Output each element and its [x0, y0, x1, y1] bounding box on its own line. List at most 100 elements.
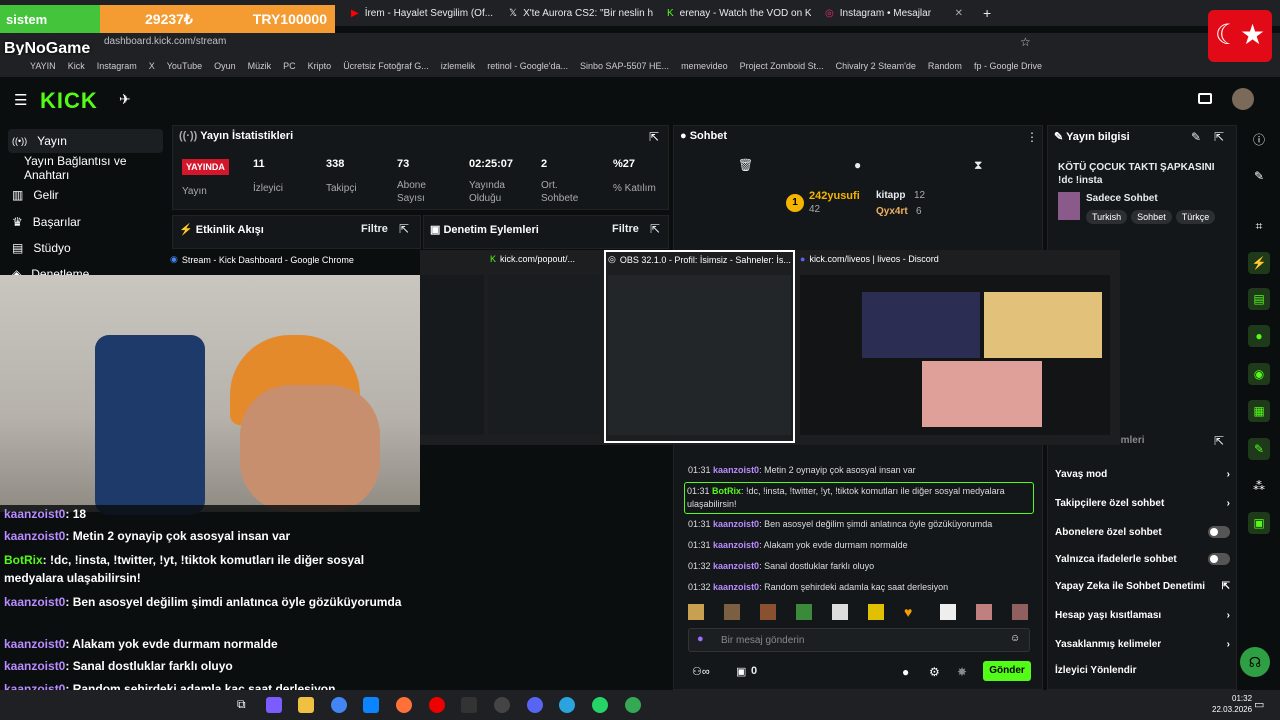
emote-icon[interactable] — [796, 604, 812, 620]
mic-icon[interactable]: ● — [697, 633, 704, 645]
support-icon[interactable]: ☊ — [1240, 647, 1270, 677]
badge-icon[interactable]: ✸ — [957, 665, 967, 679]
expand-icon[interactable]: ⇱ — [650, 222, 660, 236]
bookmark-item[interactable]: Kick — [68, 61, 85, 71]
menu-icon[interactable]: ☰ — [14, 91, 27, 109]
tag[interactable]: Turkish — [1086, 210, 1128, 224]
window-thumbnail[interactable] — [800, 275, 1110, 435]
bookmark-item[interactable]: YAYIN — [30, 61, 56, 71]
folder-icon[interactable] — [298, 697, 314, 713]
ai-moderation-option[interactable]: Yapay Zeka ile Sohbet Denetimi ⇱ — [1055, 581, 1230, 592]
browser-tab[interactable]: ▶İrem - Hayalet Sevgilim (Of...✕ — [345, 3, 495, 23]
bookmark-item[interactable]: X — [149, 61, 155, 71]
bookmark-item[interactable]: izlemelik — [441, 61, 476, 71]
info-icon[interactable]: ⓘ — [1248, 129, 1270, 151]
kick-logo[interactable]: KICK — [40, 88, 98, 114]
bookmark-item[interactable]: fp - Google Drive — [974, 61, 1042, 71]
pin-icon[interactable]: ✈ — [119, 91, 131, 108]
window-thumbnail[interactable] — [420, 275, 484, 435]
banned-words-option[interactable]: Yasaklanmış kelimeler › — [1055, 639, 1230, 650]
expand-icon[interactable]: ⇱ — [1214, 130, 1224, 144]
emote-icon[interactable] — [760, 604, 776, 620]
browser-tab[interactable]: Kerenay - Watch the VOD on Ki...✕ — [661, 3, 811, 23]
layers-icon[interactable]: ▦ — [1248, 400, 1270, 422]
bookmark-item[interactable]: Oyun — [214, 61, 236, 71]
document-icon[interactable]: ▤ — [1248, 288, 1270, 310]
close-icon[interactable]: ✕ — [955, 8, 963, 19]
slow-mode-option[interactable]: Yavaş mod › — [1055, 469, 1230, 480]
whatsapp-icon[interactable] — [592, 697, 608, 713]
tag[interactable]: Türkçe — [1175, 210, 1216, 224]
sidebar-item-yayin[interactable]: ((•)) Yayın — [8, 129, 163, 153]
crop-icon[interactable]: ⌗ — [1248, 215, 1270, 237]
bookmark-item[interactable]: Project Zomboid St... — [740, 61, 824, 71]
mail-icon[interactable] — [363, 697, 379, 713]
send-button[interactable]: Gönder — [983, 661, 1031, 681]
calendar-icon[interactable]: ▣ — [1248, 512, 1270, 534]
chat-icon[interactable]: ● — [902, 665, 909, 679]
emotes-only-toggle[interactable] — [1208, 553, 1230, 565]
users-icon[interactable]: ⚇∞ — [692, 665, 710, 678]
pencil-icon[interactable]: ✎ — [1248, 165, 1270, 187]
app-icon[interactable] — [461, 697, 477, 713]
viewer-redirect-option[interactable]: İzleyici Yönlendir — [1055, 665, 1230, 676]
bookmark-item[interactable]: Müzik — [248, 61, 272, 71]
emote-icon[interactable] — [688, 604, 704, 620]
sidebar-item-achievements[interactable]: ♛ Başarılar — [8, 210, 163, 234]
followers-only-option[interactable]: Takipçilere özel sohbet › — [1055, 498, 1230, 509]
emote-icon[interactable] — [940, 604, 956, 620]
activity-filter-button[interactable]: Filtre — [361, 223, 388, 235]
bolt-icon[interactable]: ⚡ — [1248, 252, 1270, 274]
chrome-icon[interactable] — [331, 697, 347, 713]
expand-icon[interactable]: ⇱ — [649, 130, 659, 144]
window-thumbnail[interactable] — [488, 275, 600, 435]
sidebar-item-connection[interactable]: Yayın Bağlantısı ve Anahtarı — [8, 154, 163, 182]
expand-icon[interactable]: ⇱ — [1214, 434, 1224, 448]
bookmark-item[interactable]: Chivalry 2 Steam'de — [836, 61, 916, 71]
nodes-icon[interactable]: ⁂ — [1248, 475, 1270, 497]
system-clock[interactable]: 01:32 22.03.2026 — [1212, 693, 1252, 715]
emote-icon[interactable] — [1012, 604, 1028, 620]
opera-icon[interactable] — [429, 697, 445, 713]
bookmark-item[interactable]: Instagram — [97, 61, 137, 71]
more-icon[interactable]: ⋮ — [1026, 130, 1038, 144]
tag[interactable]: Sohbet — [1131, 210, 1172, 224]
category-name[interactable]: Sadece Sohbet — [1086, 193, 1158, 204]
firefox-icon[interactable] — [396, 697, 412, 713]
bookmark-item[interactable]: Random — [928, 61, 962, 71]
chat-message-input[interactable]: Bir mesaj gönderin — [688, 628, 1030, 652]
subscribers-only-toggle[interactable] — [1208, 526, 1230, 538]
browser-tab[interactable]: ◎ Instagram • Mesajlar ✕ — [819, 3, 969, 23]
telegram-icon[interactable] — [559, 697, 575, 713]
edit-icon[interactable]: ✎ — [1191, 130, 1201, 144]
gear-icon[interactable]: ⚙ — [929, 665, 940, 679]
new-tab-button[interactable]: + — [977, 3, 997, 23]
wallet-icon[interactable] — [1198, 93, 1212, 104]
chrome-alt-icon[interactable] — [625, 697, 641, 713]
hourglass-icon[interactable]: ⧗ — [974, 158, 982, 173]
emote-icon[interactable] — [724, 604, 740, 620]
task-view-icon[interactable]: ⧉ — [237, 697, 253, 713]
copilot-icon[interactable] — [266, 697, 282, 713]
mod-filter-button[interactable]: Filtre — [612, 223, 639, 235]
bookmark-item[interactable]: Ücretsiz Fotoğraf G... — [343, 61, 429, 71]
emoji-icon[interactable]: ☺ — [1010, 633, 1020, 644]
account-age-option[interactable]: Hesap yaşı kısıtlaması › — [1055, 610, 1230, 621]
browser-tab[interactable]: 𝕏X'te Aurora CS2: "Bir neslin hay...✕ — [503, 3, 653, 23]
bookmark-item[interactable]: YouTube — [167, 61, 202, 71]
avatar[interactable] — [1232, 88, 1254, 110]
url-input[interactable]: dashboard.kick.com/stream — [104, 36, 226, 47]
emote-icon[interactable] — [832, 604, 848, 620]
broadcast-icon[interactable]: ◉ — [1248, 363, 1270, 385]
expand-icon[interactable]: ⇱ — [399, 222, 409, 236]
heart-emote-icon[interactable]: ♥ — [904, 604, 920, 620]
notification-icon[interactable]: ▭ — [1254, 698, 1264, 711]
bookmark-star-icon[interactable]: ☆ — [1020, 35, 1031, 49]
bookmark-item[interactable]: memevideo — [681, 61, 728, 71]
bookmark-item[interactable]: Kripto — [308, 61, 332, 71]
bookmark-item[interactable]: retinol - Google'da... — [487, 61, 568, 71]
bookmark-item[interactable]: Sinbo SAP-5507 HE... — [580, 61, 669, 71]
emote-icon[interactable] — [868, 604, 884, 620]
trash-icon[interactable]: 🗑 — [738, 158, 753, 172]
bookmark-item[interactable]: PC — [283, 61, 296, 71]
